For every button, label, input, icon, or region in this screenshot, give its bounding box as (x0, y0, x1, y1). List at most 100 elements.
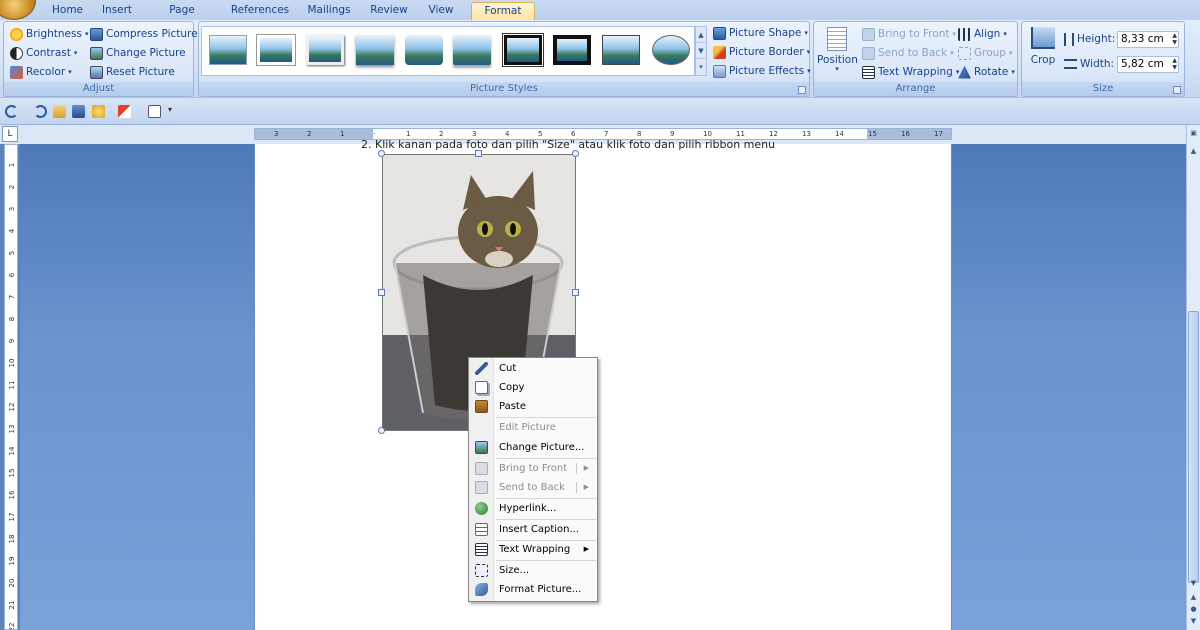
tab-mailings[interactable]: Mailings (306, 2, 352, 20)
contrast-button[interactable]: Contrast ▾ (10, 44, 77, 62)
vertical-scrollbar[interactable]: ▣ ▲ ▼ ▲ ● ▼ (1186, 125, 1200, 630)
gallery-more-icon[interactable]: ▾ (696, 59, 706, 75)
menu-item-bring-to-front[interactable]: Bring to Front ▶ (469, 459, 597, 478)
ruler-tick: 11 (8, 380, 16, 390)
text-wrapping-button[interactable]: Text Wrapping ▾ (862, 63, 959, 81)
picture-styles-group-label: Picture Styles (199, 82, 809, 96)
page-icon[interactable] (148, 105, 161, 118)
picture-shape-button[interactable]: Picture Shape ▾ (713, 24, 808, 42)
tab-selector-icon[interactable]: L (2, 126, 18, 142)
width-spinner-icon[interactable]: ▲ ▼ (1172, 57, 1177, 71)
select-browse-object-icon[interactable]: ● (1188, 603, 1199, 615)
change-picture-button[interactable]: Change Picture (90, 44, 186, 62)
redo-icon[interactable] (34, 105, 47, 118)
menu-item-format-picture[interactable]: Format Picture... (469, 580, 597, 599)
scroll-up-icon[interactable]: ▲ (1188, 145, 1199, 157)
office-button-icon[interactable] (0, 0, 36, 20)
menu-item-paste[interactable]: Paste (469, 397, 597, 416)
menu-item-send-to-back[interactable]: Send to Back ▶ (469, 478, 597, 497)
scrollbar-thumb[interactable] (1188, 311, 1199, 583)
tab-references[interactable]: References (230, 2, 290, 20)
next-page-icon[interactable]: ▼ (1188, 615, 1199, 627)
position-button[interactable]: Position ▾ (817, 25, 858, 81)
ruler-tick: 19 (8, 556, 16, 566)
ruler-toggle-icon[interactable]: ▣ (1188, 127, 1199, 139)
style-thumbnail[interactable] (405, 35, 443, 65)
width-input[interactable]: 5,82 cm ▲ ▼ (1117, 56, 1179, 73)
reset-picture-button[interactable]: Reset Picture (90, 63, 175, 81)
resize-handle-top[interactable] (475, 150, 482, 157)
style-thumbnail[interactable] (553, 35, 591, 65)
open-folder-icon[interactable] (53, 105, 66, 118)
crop-icon (1031, 27, 1055, 49)
ribbon-tab-bar: Home Insert Page Layout References Maili… (0, 0, 1200, 32)
menu-item-insert-caption[interactable]: Insert Caption... (469, 520, 597, 539)
style-thumbnail[interactable] (209, 35, 247, 65)
height-input[interactable]: 8,33 cm ▲ ▼ (1117, 31, 1179, 48)
recolor-button[interactable]: Recolor ▾ (10, 63, 72, 81)
save-icon[interactable] (72, 105, 85, 118)
resize-handle-top-left[interactable] (378, 150, 385, 157)
bring-to-front-button[interactable]: Bring to Front ▾ (862, 25, 956, 43)
resize-handle-bottom-left[interactable] (378, 427, 385, 434)
group-button[interactable]: Group ▾ (958, 44, 1012, 62)
previous-page-icon[interactable]: ▲ (1188, 591, 1199, 603)
height-spinner-icon[interactable]: ▲ ▼ (1172, 32, 1177, 46)
resize-handle-top-right[interactable] (572, 150, 579, 157)
picture-effects-button[interactable]: Picture Effects ▾ (713, 62, 811, 80)
send-to-back-button[interactable]: Send to Back ▾ (862, 44, 954, 62)
menu-item-hyperlink[interactable]: Hyperlink... (469, 499, 597, 518)
size-launcher-icon[interactable] (1173, 86, 1181, 94)
tab-review[interactable]: Review (368, 2, 410, 20)
ruler-tick: 10 (8, 358, 16, 368)
picture-styles-launcher-icon[interactable] (798, 86, 806, 94)
fill-color-icon[interactable] (118, 105, 131, 118)
vertical-ruler[interactable]: 1 2 3 4 5 6 7 8 9 10 11 12 13 14 15 16 17 18 19 20 21 22 (4, 144, 18, 630)
align-button[interactable]: Align ▾ (958, 25, 1007, 43)
style-thumbnail[interactable] (602, 35, 640, 65)
tab-format[interactable]: Format (471, 2, 535, 20)
size-group-label: Size (1022, 82, 1184, 96)
recolor-icon (10, 65, 23, 79)
menu-item-size[interactable]: Size... (469, 561, 597, 580)
document-page[interactable] (254, 144, 952, 630)
menu-item-cut[interactable]: Cut (469, 359, 597, 378)
compress-icon (90, 27, 103, 41)
ruler-tick: 5 (8, 250, 16, 256)
gallery-up-icon[interactable]: ▲ (696, 27, 706, 43)
tab-page-layout[interactable]: Page Layout (150, 2, 214, 32)
menu-item-edit-picture[interactable]: Edit Picture (469, 418, 597, 437)
resize-handle-left[interactable] (378, 289, 385, 296)
menu-item-change-picture[interactable]: Change Picture... (469, 438, 597, 457)
picture-styles-gallery[interactable] (201, 26, 695, 76)
style-thumbnail[interactable] (453, 35, 491, 65)
ruler-tick: 1 (340, 130, 345, 138)
compress-pictures-button[interactable]: Compress Pictures (90, 25, 203, 43)
undo-icon[interactable] (5, 105, 18, 118)
scroll-down-icon[interactable]: ▼ (1188, 577, 1199, 589)
ruler-tick: 15 (868, 130, 877, 138)
picture-border-button[interactable]: Picture Border ▾ (713, 43, 810, 61)
style-thumbnail[interactable] (257, 35, 295, 65)
style-thumbnail[interactable] (306, 35, 344, 65)
rotate-button[interactable]: Rotate ▾ (958, 63, 1015, 81)
submenu-arrow-icon: ▶ (583, 483, 589, 491)
style-thumbnail[interactable] (356, 35, 394, 65)
tab-insert[interactable]: Insert (100, 2, 134, 20)
menu-item-text-wrapping[interactable]: Text Wrapping ▶ (469, 540, 597, 559)
menu-item-copy[interactable]: Copy (469, 378, 597, 397)
style-thumbnail[interactable] (652, 35, 690, 65)
brightness-qat-icon[interactable] (92, 105, 105, 118)
resize-handle-right[interactable] (572, 289, 579, 296)
brightness-button[interactable]: Brightness ▾ (10, 25, 88, 43)
gallery-scroll[interactable]: ▲ ▼ ▾ (695, 26, 707, 76)
customize-toolbar-icon[interactable]: ▾ (168, 105, 176, 118)
globe-link-icon (475, 502, 488, 515)
width-icon (1064, 59, 1077, 69)
tab-home[interactable]: Home (52, 2, 83, 20)
gallery-down-icon[interactable]: ▼ (696, 43, 706, 59)
ruler-tick: 21 (8, 600, 16, 610)
crop-button[interactable]: Crop (1026, 25, 1060, 75)
style-thumbnail[interactable] (502, 33, 544, 67)
tab-view[interactable]: View (426, 2, 456, 20)
